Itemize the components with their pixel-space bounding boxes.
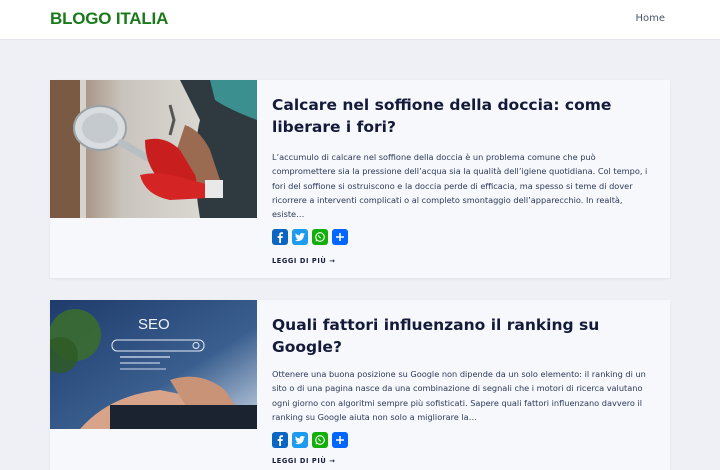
share-more-button[interactable] (332, 229, 348, 246)
facebook-share-button[interactable] (272, 229, 288, 246)
facebook-icon (277, 232, 283, 244)
post-title[interactable]: Quali fattori influenzano il ranking su … (272, 314, 650, 358)
seo-image-text: SEO (138, 316, 170, 333)
post-excerpt: L’accumulo di calcare nel soffione della… (272, 152, 648, 220)
twitter-icon (295, 233, 305, 242)
post-card: Calcare nel soffione della doccia: come … (50, 80, 670, 278)
twitter-share-button[interactable] (292, 229, 308, 246)
whatsapp-share-button[interactable] (312, 432, 328, 449)
share-more-button[interactable] (332, 432, 348, 449)
read-more-link[interactable]: LEGGI DI PIÙ → (272, 257, 335, 265)
post-thumbnail[interactable]: SEO (50, 300, 257, 429)
site-header: BLOGO ITALIA Home (0, 0, 720, 40)
shower-head-image (50, 80, 257, 218)
twitter-icon (295, 436, 305, 445)
share-icon (336, 233, 344, 242)
whatsapp-icon (315, 435, 325, 446)
share-buttons (272, 432, 650, 449)
share-buttons (272, 229, 650, 246)
post-thumbnail[interactable] (50, 80, 257, 218)
whatsapp-icon (315, 232, 325, 243)
facebook-share-button[interactable] (272, 432, 288, 449)
site-logo[interactable]: BLOGO ITALIA (50, 9, 168, 29)
whatsapp-share-button[interactable] (312, 229, 328, 246)
post-card: SEO Quali fattori influenzano il ranking… (50, 300, 670, 470)
post-title[interactable]: Calcare nel soffione della doccia: come … (272, 94, 650, 138)
nav-home-link[interactable]: Home (635, 13, 665, 24)
facebook-icon (277, 435, 283, 447)
read-more-link[interactable]: LEGGI DI PIÙ → (272, 457, 335, 465)
twitter-share-button[interactable] (292, 432, 308, 449)
post-excerpt: Ottenere una buona posizione su Google n… (272, 369, 646, 422)
share-icon (336, 436, 344, 445)
